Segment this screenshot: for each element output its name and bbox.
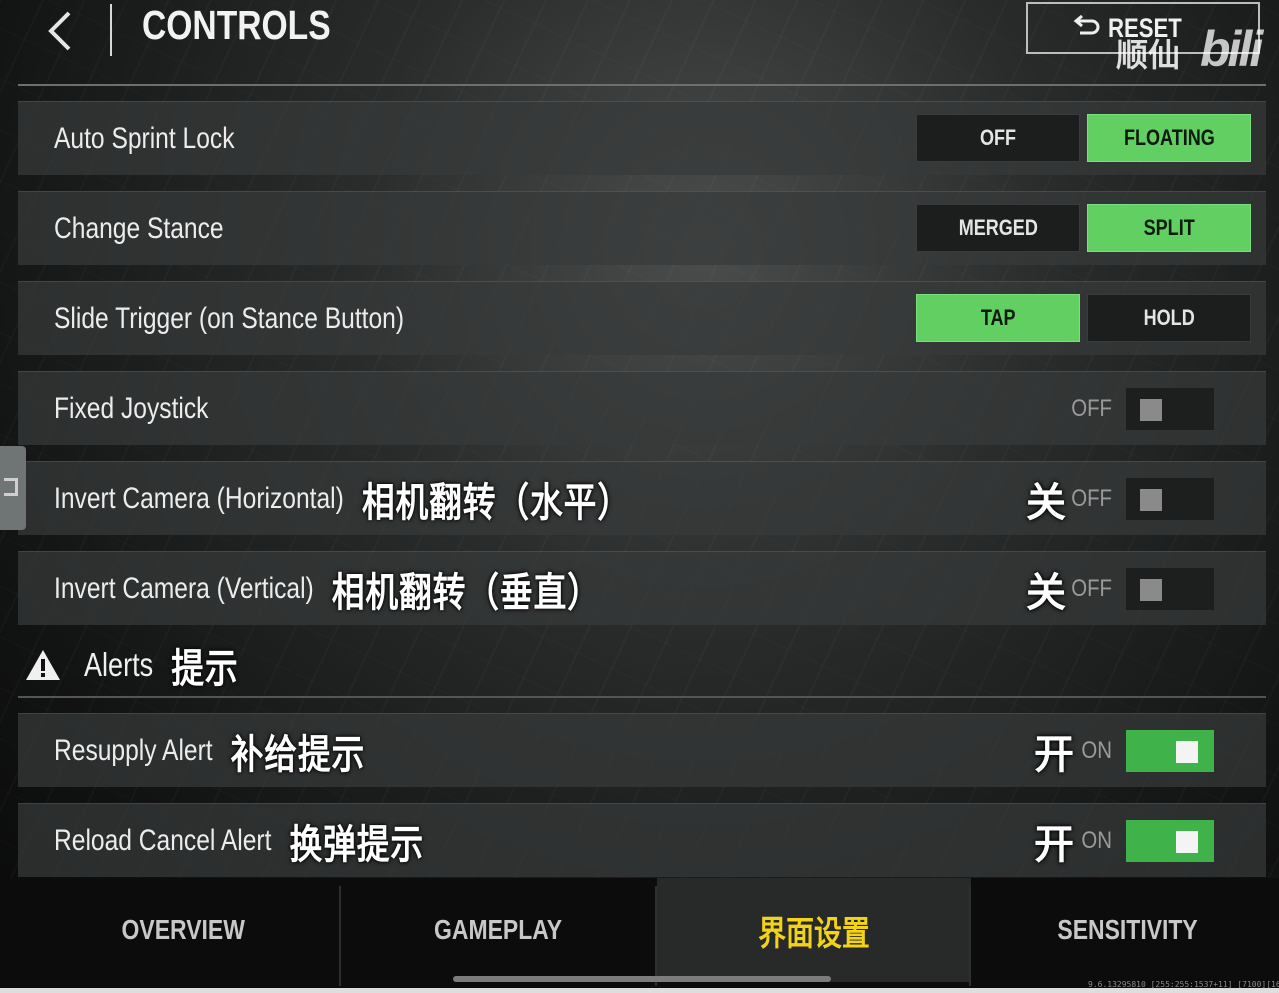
invert-camera-vertical-toggle[interactable] bbox=[1126, 568, 1214, 610]
setting-row-change-stance: Change Stance MERGED SPLIT bbox=[18, 191, 1266, 265]
tab-label: GAMEPLAY bbox=[433, 914, 562, 945]
setting-row-slide-trigger: Slide Trigger (on Stance Button) TAP HOL… bbox=[18, 281, 1266, 355]
setting-label: Fixed Joystick bbox=[54, 392, 209, 425]
cn-state-annotation: 关 bbox=[1026, 570, 1066, 616]
toggle-state-text: OFF bbox=[1071, 575, 1112, 602]
option-floating-button[interactable]: FLOATING bbox=[1087, 114, 1251, 162]
setting-label-wrap: Reload Cancel Alert 换弹提示 bbox=[54, 804, 424, 878]
option-label: FLOATING bbox=[1123, 125, 1215, 150]
setting-row-fixed-joystick: Fixed Joystick OFF bbox=[18, 371, 1266, 445]
setting-label: Resupply Alert bbox=[54, 734, 213, 767]
bilibili-logo: bili bbox=[1200, 21, 1263, 77]
setting-label: Slide Trigger (on Stance Button) bbox=[54, 302, 405, 335]
chevron-left-icon bbox=[48, 11, 71, 51]
toggle-knob bbox=[1140, 579, 1162, 601]
warning-icon bbox=[26, 650, 60, 680]
toggle-state-text: ON bbox=[1081, 827, 1112, 854]
version-text: 9.6.13295810 [255:255:1537+11] [7100][16 bbox=[1088, 980, 1279, 989]
alerts-title: Alerts bbox=[84, 646, 154, 683]
toggle-state-text: OFF bbox=[1071, 395, 1112, 422]
tab-overview[interactable]: OVERVIEW bbox=[26, 878, 340, 982]
cn-state-annotation: 开 bbox=[1034, 822, 1074, 868]
toggle-state-text: ON bbox=[1081, 737, 1112, 764]
alerts-title-wrap: Alerts 提示 bbox=[84, 636, 238, 694]
drawer-icon bbox=[4, 478, 18, 496]
option-label: TAP bbox=[980, 305, 1016, 330]
cn-state-annotation: 关 bbox=[1026, 480, 1066, 526]
page-title: CONTROLS bbox=[142, 2, 331, 48]
option-hold-button[interactable]: HOLD bbox=[1087, 294, 1251, 342]
alerts-section-header: Alerts 提示 bbox=[18, 636, 1266, 694]
setting-label-wrap: Invert Camera (Horizontal) 相机翻转（水平） bbox=[54, 462, 631, 536]
header: CONTROLS RESET 顺仙 bili bbox=[0, 0, 1279, 86]
tab-label: 界面设置 bbox=[758, 913, 870, 954]
tab-sensitivity[interactable]: SENSITIVITY bbox=[971, 878, 1279, 982]
fixed-joystick-toggle[interactable] bbox=[1126, 388, 1214, 430]
cn-annotation: 换弹提示 bbox=[289, 822, 424, 868]
home-indicator bbox=[453, 976, 831, 982]
reload-cancel-alert-toggle[interactable] bbox=[1126, 820, 1214, 862]
controls-screen: CONTROLS RESET 顺仙 bili Auto Sprint Lock … bbox=[0, 0, 1279, 993]
setting-label-wrap: Invert Camera (Vertical) 相机翻转（垂直） bbox=[54, 552, 601, 626]
option-label: MERGED bbox=[958, 215, 1038, 240]
toggle-knob bbox=[1176, 741, 1198, 763]
tab-interface-settings[interactable]: 界面设置 bbox=[657, 878, 971, 982]
setting-label: Auto Sprint Lock bbox=[54, 122, 235, 155]
side-drawer-handle[interactable] bbox=[0, 446, 26, 530]
option-off-button[interactable]: OFF bbox=[916, 114, 1080, 162]
option-label: OFF bbox=[979, 125, 1017, 150]
tab-label: SENSITIVITY bbox=[1057, 914, 1199, 945]
invert-camera-horizontal-toggle[interactable] bbox=[1126, 478, 1214, 520]
setting-label: Invert Camera (Horizontal) bbox=[54, 482, 344, 515]
cn-annotation: 相机翻转（水平） bbox=[361, 480, 631, 526]
option-label: HOLD bbox=[1143, 305, 1195, 330]
watermark-text: 顺仙 bbox=[1116, 36, 1181, 74]
setting-row-resupply-alert: Resupply Alert 补给提示 开 ON bbox=[18, 713, 1266, 787]
setting-row-invert-camera-vertical: Invert Camera (Vertical) 相机翻转（垂直） 关 OFF bbox=[18, 551, 1266, 625]
setting-label: Change Stance bbox=[54, 212, 224, 245]
cn-annotation: 提示 bbox=[171, 646, 239, 692]
cn-annotation: 补给提示 bbox=[230, 732, 366, 778]
tab-label: OVERVIEW bbox=[121, 914, 245, 945]
undo-icon bbox=[1073, 15, 1100, 35]
setting-row-auto-sprint-lock: Auto Sprint Lock OFF FLOATING bbox=[18, 101, 1266, 175]
option-split-button[interactable]: SPLIT bbox=[1087, 204, 1251, 252]
setting-row-invert-camera-horizontal: Invert Camera (Horizontal) 相机翻转（水平） 关 OF… bbox=[18, 461, 1266, 535]
alerts-divider bbox=[18, 696, 1266, 698]
header-divider bbox=[110, 4, 112, 56]
option-merged-button[interactable]: MERGED bbox=[916, 204, 1080, 252]
setting-label-wrap: Resupply Alert 补给提示 bbox=[54, 714, 365, 788]
setting-label: Invert Camera (Vertical) bbox=[54, 572, 314, 605]
toggle-knob bbox=[1140, 399, 1162, 421]
toggle-knob bbox=[1176, 831, 1198, 853]
resupply-alert-toggle[interactable] bbox=[1126, 730, 1214, 772]
setting-label: Reload Cancel Alert bbox=[54, 824, 272, 857]
option-tap-button[interactable]: TAP bbox=[916, 294, 1080, 342]
tab-gameplay[interactable]: GAMEPLAY bbox=[341, 878, 655, 982]
cn-state-annotation: 开 bbox=[1034, 732, 1074, 778]
setting-row-reload-cancel-alert: Reload Cancel Alert 换弹提示 开 ON bbox=[18, 803, 1266, 877]
cn-annotation: 相机翻转（垂直） bbox=[331, 570, 601, 616]
header-rule bbox=[18, 84, 1266, 86]
back-button[interactable] bbox=[30, 6, 90, 56]
toggle-knob bbox=[1140, 489, 1162, 511]
option-label: SPLIT bbox=[1143, 215, 1195, 240]
toggle-state-text: OFF bbox=[1071, 485, 1112, 512]
